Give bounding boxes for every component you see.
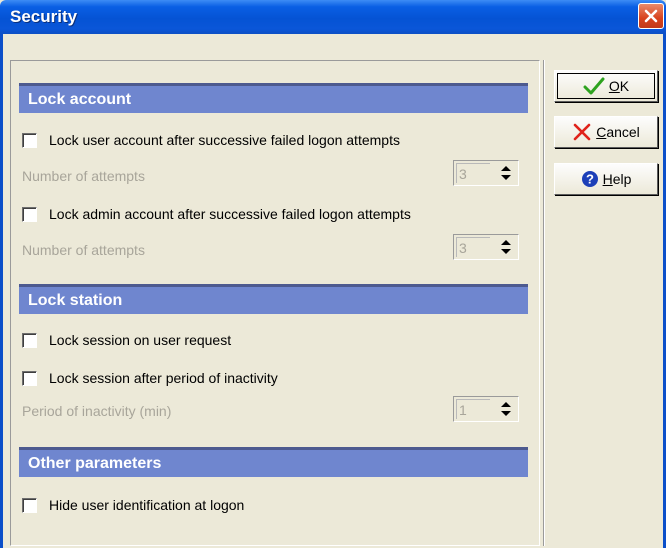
user-attempts-spinner[interactable]: 3 — [453, 160, 519, 186]
admin-attempts-value[interactable]: 3 — [456, 237, 490, 257]
close-button[interactable] — [638, 3, 664, 29]
help-label: Help — [602, 171, 632, 187]
admin-attempts-spinner[interactable]: 3 — [453, 234, 519, 260]
lock-user-account-label: Lock user account after successive faile… — [49, 132, 400, 148]
help-icon: ? — [581, 170, 599, 188]
title-bar[interactable]: Security — [0, 0, 666, 34]
lock-session-inactivity-checkbox[interactable] — [22, 370, 37, 386]
cancel-button[interactable]: Cancel — [554, 116, 658, 148]
hide-user-identification-label: Hide user identification at logon — [49, 497, 245, 513]
section-header-lock-account: Lock account — [19, 83, 528, 113]
user-attempts-value[interactable]: 3 — [456, 163, 490, 183]
lock-session-user-request-label: Lock session on user request — [49, 332, 232, 348]
section-header-lock-station: Lock station — [19, 284, 528, 314]
admin-attempts-label: Number of attempts — [22, 242, 145, 258]
checkmark-icon — [583, 77, 605, 95]
ok-button[interactable]: OK — [554, 70, 658, 102]
lock-session-inactivity-label: Lock session after period of inactivity — [49, 370, 278, 386]
help-button[interactable]: ? Help — [554, 163, 658, 195]
window-title: Security — [10, 7, 78, 26]
cancel-label: Cancel — [596, 124, 640, 140]
cross-icon — [572, 122, 592, 142]
lock-user-account-row[interactable]: Lock user account after successive faile… — [22, 129, 400, 151]
svg-text:?: ? — [586, 172, 594, 187]
spinner-arrows-icon[interactable] — [496, 163, 516, 183]
lock-admin-account-label: Lock admin account after successive fail… — [49, 206, 411, 222]
lock-admin-account-row[interactable]: Lock admin account after successive fail… — [22, 203, 411, 225]
lock-session-user-request-checkbox[interactable] — [22, 332, 37, 348]
period-inactivity-label: Period of inactivity (min) — [22, 403, 172, 419]
section-header-other-parameters: Other parameters — [19, 447, 528, 477]
spinner-arrows-icon[interactable] — [496, 237, 516, 257]
hide-user-identification-checkbox[interactable] — [22, 497, 37, 513]
period-inactivity-spinner[interactable]: 1 — [453, 396, 519, 422]
panel-divider — [543, 60, 545, 546]
close-icon — [644, 9, 658, 23]
lock-session-user-request-row[interactable]: Lock session on user request — [22, 329, 231, 351]
lock-session-inactivity-row[interactable]: Lock session after period of inactivity — [22, 367, 278, 389]
hide-user-identification-row[interactable]: Hide user identification at logon — [22, 494, 244, 516]
period-inactivity-value[interactable]: 1 — [456, 399, 490, 419]
lock-admin-account-checkbox[interactable] — [22, 206, 37, 222]
user-attempts-label: Number of attempts — [22, 168, 145, 184]
spinner-arrows-icon[interactable] — [496, 399, 516, 419]
ok-label: OK — [608, 78, 630, 94]
lock-user-account-checkbox[interactable] — [22, 132, 37, 148]
